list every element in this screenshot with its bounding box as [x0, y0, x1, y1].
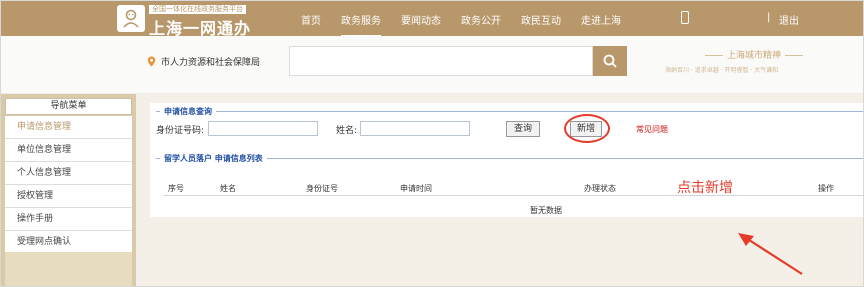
annotation-arrow-icon	[738, 233, 803, 275]
search-button[interactable]	[593, 46, 627, 76]
department-name[interactable]: 市人力资源和社会保障局	[161, 55, 260, 68]
nav-citizen-interaction[interactable]: 政民互动	[521, 12, 561, 27]
main-content: 申请信息查询 身份证号码: 姓名: 查询 新增 常见问题 留学人员落户 申请信息…	[136, 94, 863, 286]
sidebar-item-authorization[interactable]: 授权管理	[5, 185, 132, 208]
separator: |	[767, 12, 771, 23]
name-label: 姓名:	[336, 126, 358, 136]
top-navigation-bar: 全国一体化在线政务服务平台 上海一网通办 首页 政务服务 要闻动态 政务公开 政…	[1, 1, 863, 38]
map-pin-icon	[147, 56, 156, 67]
column-header-name: 姓名	[220, 184, 236, 193]
screenshot-frame: 全国一体化在线政务服务平台 上海一网通办 首页 政务服务 要闻动态 政务公开 政…	[0, 0, 864, 287]
column-header-actions: 操作	[818, 184, 834, 193]
sidebar-item-outlet-confirmation[interactable]: 受理网点确认	[5, 231, 132, 254]
logo-icon	[117, 5, 145, 32]
sidebar-item-personal-management[interactable]: 个人信息管理	[5, 162, 132, 185]
empty-table-message: 暂无数据	[530, 206, 562, 215]
id-number-input[interactable]	[208, 121, 318, 136]
id-number-label: 身份证号码:	[156, 126, 205, 136]
annotation-text: 点击新增	[677, 180, 733, 196]
search-input[interactable]	[289, 46, 593, 76]
list-legend-prefix: 留学人员落户	[164, 154, 212, 163]
sidebar-item-application-management[interactable]: 申请信息管理	[5, 116, 132, 139]
faq-link[interactable]: 常见问题	[636, 124, 668, 135]
nav-about-shanghai[interactable]: 走进上海	[581, 12, 621, 27]
column-header-status: 办理状态	[584, 184, 616, 193]
table-header: 序号 姓名 身份证号 申请时间 办理状态 操作	[164, 182, 863, 196]
query-button[interactable]: 查询	[506, 121, 540, 137]
column-header-apply-time: 申请时间	[400, 184, 432, 193]
sidebar-item-unit-management[interactable]: 单位信息管理	[5, 139, 132, 162]
nav-home[interactable]: 首页	[301, 12, 321, 27]
query-legend: 申请信息查询	[160, 106, 216, 117]
list-legend-suffix: 申请信息列表	[214, 154, 263, 163]
city-spirit-tags: 海纳百川 · 追求卓越 · 开明睿智 · 大气谦和	[665, 67, 779, 74]
logout-link[interactable]: 退出	[779, 12, 799, 27]
sidebar: 导航菜单 申请信息管理 单位信息管理 个人信息管理 授权管理 操作手册 受理网点…	[1, 94, 136, 286]
name-input[interactable]	[360, 121, 470, 136]
sidebar-item-manual[interactable]: 操作手册	[5, 208, 132, 231]
mobile-phone-icon[interactable]	[681, 11, 689, 24]
logo-subtitle: 全国一体化在线政务服务平台	[149, 5, 246, 14]
list-legend: 留学人员落户 申请信息列表	[160, 153, 267, 164]
nav-government-services[interactable]: 政务服务	[341, 12, 381, 37]
column-header-index: 序号	[168, 184, 184, 193]
sidebar-header: 导航菜单	[5, 98, 132, 115]
content-panel: 申请信息查询 身份证号码: 姓名: 查询 新增 常见问题 留学人员落户 申请信息…	[150, 103, 863, 217]
nav-news[interactable]: 要闻动态	[401, 12, 441, 27]
department-search-band: 市人力资源和社会保障局 上海城市精神 海纳百川 · 追求卓越 · 开明睿智 · …	[1, 36, 863, 94]
sidebar-filler	[5, 252, 132, 286]
city-spirit-title: 上海城市精神	[701, 48, 807, 61]
column-header-id-number: 身份证号	[306, 184, 338, 193]
add-button-highlight	[564, 114, 610, 143]
nav-government-disclosure[interactable]: 政务公开	[461, 12, 501, 27]
search-icon	[603, 54, 617, 68]
